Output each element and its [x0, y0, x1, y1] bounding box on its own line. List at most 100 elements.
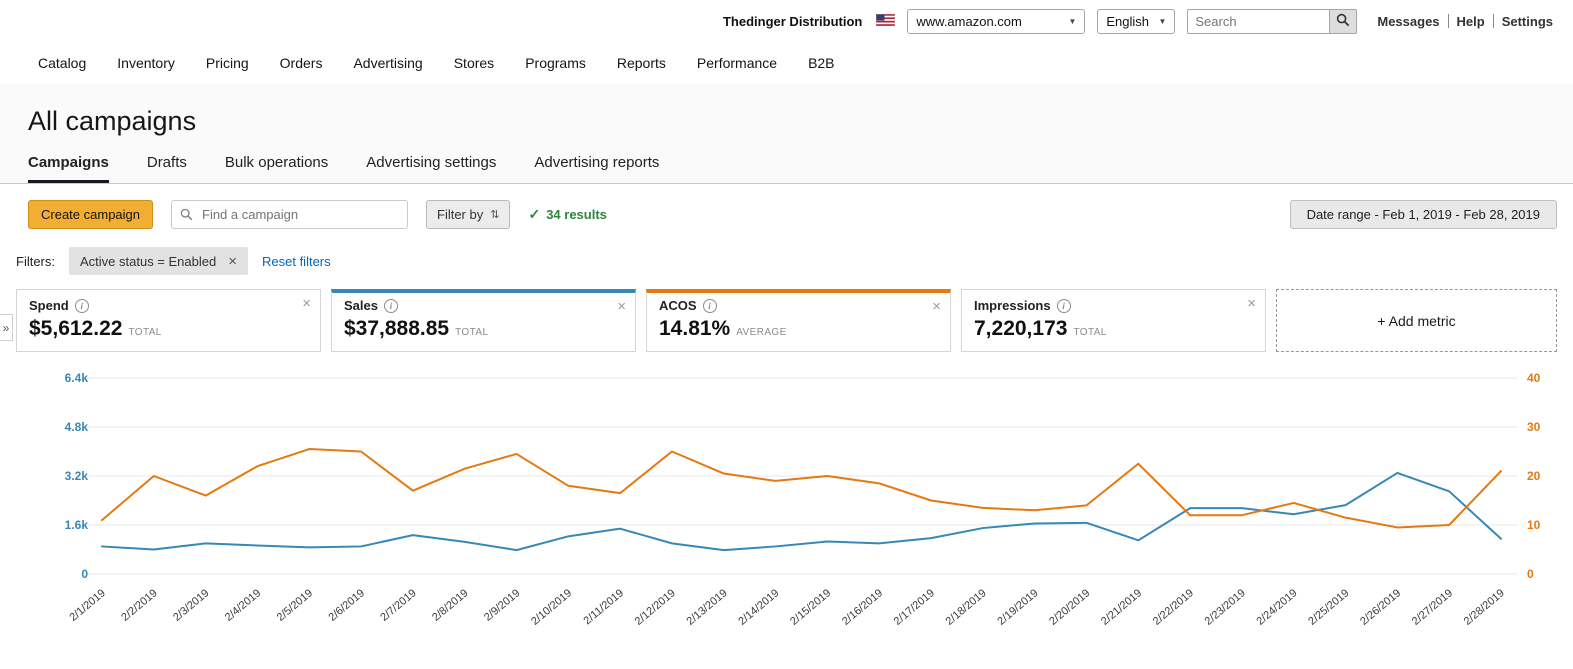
- create-campaign-button[interactable]: Create campaign: [28, 200, 153, 229]
- svg-text:2/13/2019: 2/13/2019: [685, 587, 730, 628]
- marketplace-value: www.amazon.com: [916, 14, 1021, 29]
- svg-text:2/2/2019: 2/2/2019: [119, 587, 160, 624]
- settings-link[interactable]: Settings: [1494, 14, 1561, 29]
- svg-text:40: 40: [1527, 371, 1541, 385]
- results-text: 34 results: [546, 207, 607, 222]
- nav-item-stores[interactable]: Stores: [454, 55, 494, 71]
- info-icon: i: [75, 299, 89, 313]
- svg-text:2/17/2019: 2/17/2019: [892, 587, 937, 628]
- campaign-toolbar: Create campaign Filter by ⇅ ✓ 34 results…: [28, 200, 1557, 229]
- close-icon[interactable]: ×: [1247, 295, 1256, 312]
- svg-text:2/23/2019: 2/23/2019: [1203, 587, 1248, 628]
- info-icon: i: [703, 299, 717, 313]
- svg-text:2/24/2019: 2/24/2019: [1254, 587, 1299, 628]
- nav-item-programs[interactable]: Programs: [525, 55, 586, 71]
- top-links: Messages Help Settings: [1369, 14, 1561, 29]
- svg-text:2/9/2019: 2/9/2019: [482, 587, 523, 624]
- nav-item-pricing[interactable]: Pricing: [206, 55, 249, 71]
- svg-text:3.2k: 3.2k: [65, 469, 89, 483]
- svg-text:0: 0: [1527, 567, 1534, 581]
- date-range-button[interactable]: Date range - Feb 1, 2019 - Feb 28, 2019: [1290, 200, 1557, 229]
- nav-item-performance[interactable]: Performance: [697, 55, 777, 71]
- svg-text:2/22/2019: 2/22/2019: [1151, 587, 1196, 628]
- metric-name: Impressions: [974, 298, 1051, 313]
- search-icon: [1336, 13, 1350, 30]
- svg-text:2/28/2019: 2/28/2019: [1462, 587, 1507, 628]
- close-icon[interactable]: ×: [932, 298, 941, 315]
- tab-bar: Campaigns Drafts Bulk operations Adverti…: [28, 154, 1573, 183]
- nav-item-b2b[interactable]: B2B: [808, 55, 834, 71]
- metric-suffix: TOTAL: [1073, 327, 1106, 338]
- account-name: Thedinger Distribution: [723, 14, 862, 29]
- svg-text:2/18/2019: 2/18/2019: [944, 587, 989, 628]
- svg-text:6.4k: 6.4k: [65, 371, 89, 385]
- filters-row: Filters: Active status = Enabled × Reset…: [16, 247, 1557, 275]
- help-link[interactable]: Help: [1449, 14, 1493, 29]
- svg-text:2/3/2019: 2/3/2019: [171, 587, 212, 624]
- close-icon[interactable]: ×: [302, 295, 311, 312]
- svg-text:2/27/2019: 2/27/2019: [1410, 587, 1455, 628]
- svg-text:2/15/2019: 2/15/2019: [788, 587, 833, 628]
- close-icon[interactable]: ×: [228, 253, 237, 270]
- metric-card-sales[interactable]: Sales i × $37,888.85 TOTAL: [331, 289, 636, 352]
- sort-arrows-icon: ⇅: [490, 208, 499, 221]
- global-search-button[interactable]: [1329, 9, 1357, 34]
- metric-name: Sales: [344, 298, 378, 313]
- svg-text:2/25/2019: 2/25/2019: [1306, 587, 1351, 628]
- language-select[interactable]: English ▼: [1097, 9, 1175, 34]
- nav-item-reports[interactable]: Reports: [617, 55, 666, 71]
- metric-value: $5,612.22: [29, 317, 122, 340]
- nav-item-catalog[interactable]: Catalog: [38, 55, 86, 71]
- nav-item-orders[interactable]: Orders: [280, 55, 323, 71]
- results-count: ✓ 34 results: [528, 206, 606, 223]
- filter-chip: Active status = Enabled ×: [69, 247, 248, 275]
- metric-cards-row: Spend i × $5,612.22 TOTAL Sales i × $37,8…: [16, 289, 1557, 352]
- metric-suffix: TOTAL: [128, 327, 161, 338]
- svg-text:2/6/2019: 2/6/2019: [326, 587, 367, 624]
- us-flag-icon: [876, 14, 895, 29]
- language-value: English: [1106, 14, 1149, 29]
- filter-by-button[interactable]: Filter by ⇅: [426, 200, 510, 229]
- tab-bulk-operations[interactable]: Bulk operations: [225, 154, 328, 183]
- top-header: Thedinger Distribution www.amazon.com ▼ …: [0, 0, 1573, 42]
- metric-card-impressions[interactable]: Impressions i × 7,220,173TOTAL: [961, 289, 1266, 352]
- global-search-input[interactable]: [1187, 9, 1329, 34]
- svg-text:2/5/2019: 2/5/2019: [275, 587, 316, 624]
- svg-text:0: 0: [81, 567, 88, 581]
- metric-suffix: TOTAL: [455, 327, 488, 338]
- svg-text:2/20/2019: 2/20/2019: [1047, 587, 1092, 628]
- messages-link[interactable]: Messages: [1369, 14, 1447, 29]
- svg-text:10: 10: [1527, 518, 1541, 532]
- add-metric-button[interactable]: + Add metric: [1276, 289, 1557, 352]
- tab-advertising-settings[interactable]: Advertising settings: [366, 154, 496, 183]
- chevrons-right-icon: »: [3, 321, 10, 335]
- metric-value: $37,888.85: [344, 317, 449, 340]
- svg-text:2/4/2019: 2/4/2019: [223, 587, 264, 624]
- filter-chip-label: Active status = Enabled: [80, 254, 216, 269]
- svg-text:2/12/2019: 2/12/2019: [633, 587, 678, 628]
- metric-card-acos[interactable]: ACOS i × 14.81%AVERAGE: [646, 289, 951, 352]
- tab-advertising-reports[interactable]: Advertising reports: [534, 154, 659, 183]
- tab-drafts[interactable]: Drafts: [147, 154, 187, 183]
- svg-text:2/21/2019: 2/21/2019: [1099, 587, 1144, 628]
- reset-filters-link[interactable]: Reset filters: [262, 254, 331, 269]
- find-campaign-input[interactable]: [171, 200, 408, 229]
- metric-value: 14.81%: [659, 317, 730, 340]
- filters-label: Filters:: [16, 254, 55, 269]
- caret-down-icon: ▼: [1068, 17, 1076, 26]
- svg-text:2/1/2019: 2/1/2019: [67, 587, 108, 624]
- nav-item-advertising[interactable]: Advertising: [353, 55, 422, 71]
- svg-text:1.6k: 1.6k: [65, 518, 89, 532]
- svg-text:2/8/2019: 2/8/2019: [430, 587, 471, 624]
- svg-text:20: 20: [1527, 469, 1541, 483]
- close-icon[interactable]: ×: [617, 298, 626, 315]
- sidebar-expand-button[interactable]: »: [0, 314, 13, 341]
- info-icon: i: [384, 299, 398, 313]
- tab-campaigns[interactable]: Campaigns: [28, 154, 109, 183]
- marketplace-select[interactable]: www.amazon.com ▼: [907, 9, 1085, 34]
- svg-text:4.8k: 4.8k: [65, 420, 89, 434]
- nav-item-inventory[interactable]: Inventory: [117, 55, 175, 71]
- svg-text:2/10/2019: 2/10/2019: [529, 587, 574, 628]
- metric-card-spend[interactable]: Spend i × $5,612.22 TOTAL: [16, 289, 321, 352]
- metric-name: Spend: [29, 298, 69, 313]
